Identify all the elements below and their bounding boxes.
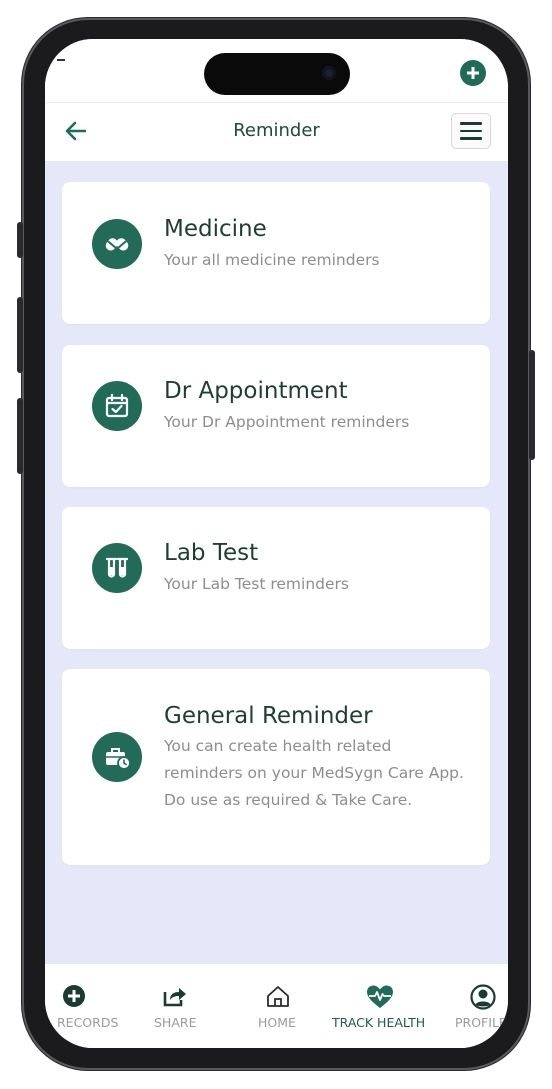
app-screen: Reminder Medicine Your all medicine remi… — [45, 39, 508, 1048]
test-tubes-icon — [92, 543, 142, 593]
plus-circle-icon — [63, 985, 85, 1007]
card-subtitle: Your Dr Appointment reminders — [164, 413, 410, 431]
card-title: General Reminder — [164, 703, 373, 729]
status-indicator — [57, 59, 65, 61]
heart-pulse-icon — [367, 985, 393, 1008]
action-button — [17, 222, 23, 258]
volume-down-button — [17, 398, 23, 474]
power-button — [529, 350, 535, 460]
pills-icon — [92, 219, 142, 269]
status-bar — [45, 39, 508, 102]
card-subtitle: Your Lab Test reminders — [164, 575, 349, 593]
card-title: Medicine — [164, 216, 267, 242]
nav-label: HOME — [258, 1015, 296, 1030]
app-header: Reminder — [45, 102, 508, 161]
nav-label: PROFILE — [455, 1015, 507, 1030]
calendar-check-icon — [92, 381, 142, 431]
briefcase-clock-icon — [92, 732, 142, 782]
lab-test-card[interactable]: Lab Test Your Lab Test reminders — [62, 507, 490, 649]
general-reminder-card[interactable]: General Reminder You can create health r… — [62, 669, 490, 865]
nav-label: TRACK HEALTH — [332, 1015, 426, 1030]
card-subtitle: You can create health related reminders … — [164, 737, 464, 809]
medicine-card[interactable]: Medicine Your all medicine reminders — [62, 182, 490, 324]
card-title: Dr Appointment — [164, 378, 348, 404]
card-subtitle: Your all medicine reminders — [164, 251, 380, 269]
nav-label: RECORDS — [57, 1015, 119, 1030]
home-icon — [267, 986, 289, 1007]
bottom-navigation: RECORDS SHARE HOME TRACK HEALTH PROFILE — [45, 964, 508, 1048]
page-title: Reminder — [233, 120, 320, 141]
camera — [322, 66, 336, 80]
dynamic-island — [204, 53, 350, 95]
share-icon — [163, 988, 186, 1007]
dr-appointment-card[interactable]: Dr Appointment Your Dr Appointment remin… — [62, 345, 490, 487]
profile-icon — [470, 984, 496, 1010]
hamburger-menu-icon[interactable] — [451, 113, 491, 149]
volume-up-button — [17, 297, 23, 373]
add-icon[interactable] — [460, 60, 486, 86]
nav-label: SHARE — [154, 1015, 197, 1030]
card-title: Lab Test — [164, 540, 259, 566]
